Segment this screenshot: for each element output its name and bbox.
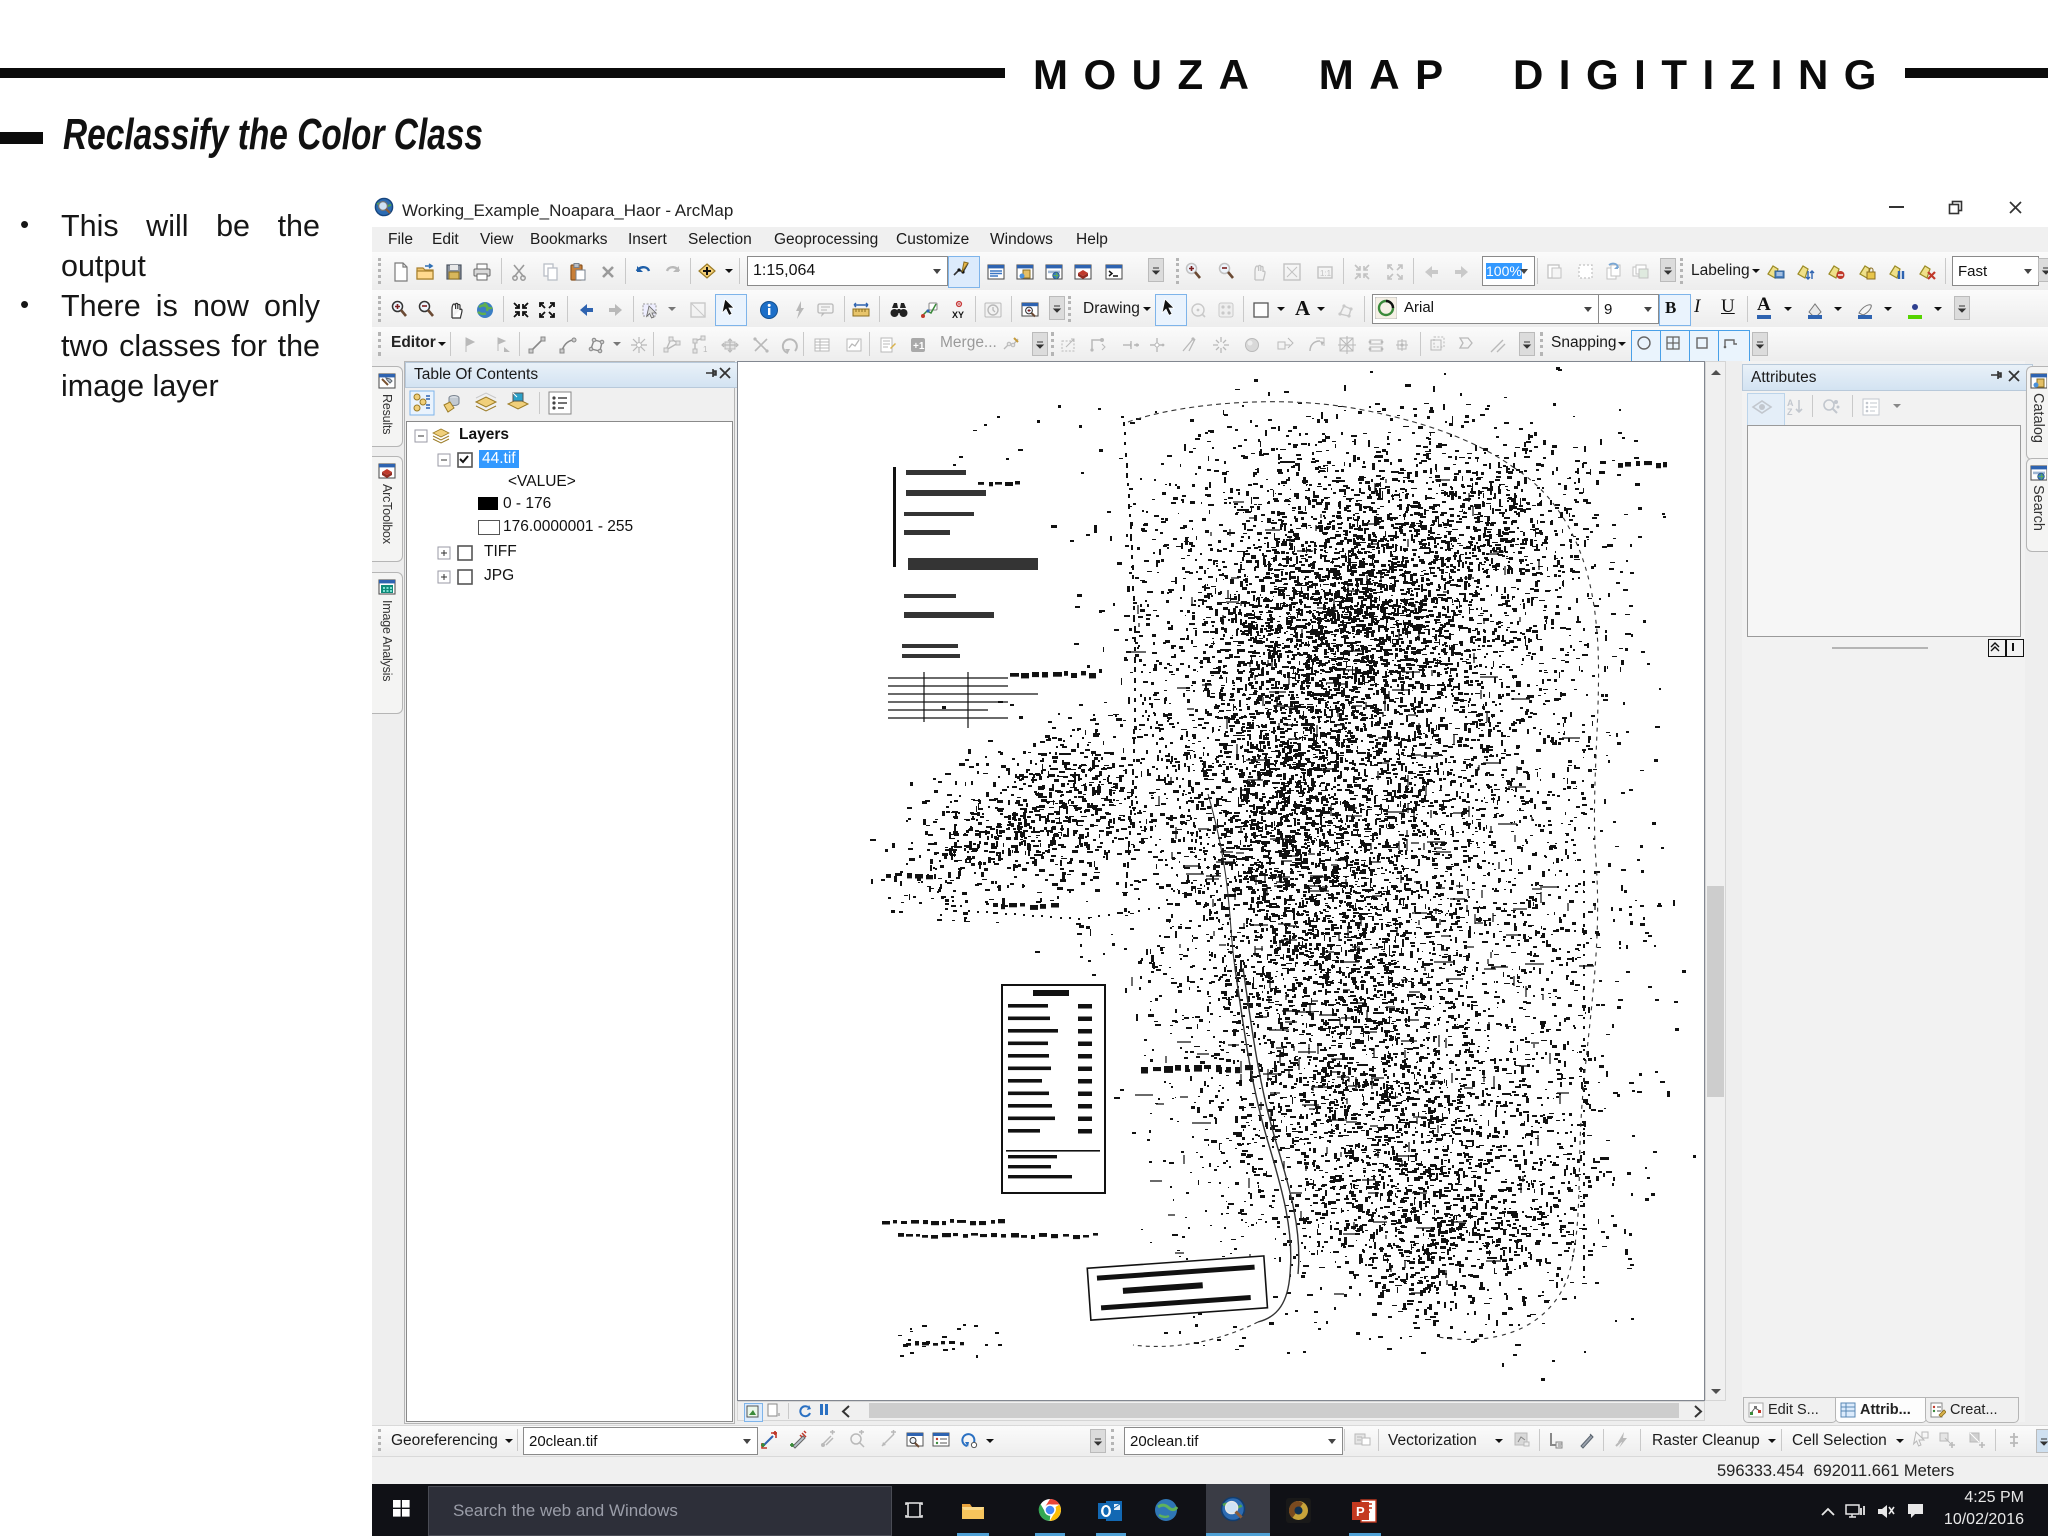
svg-text:Z: Z (1787, 407, 1793, 417)
svg-text:1: 1 (703, 345, 708, 354)
svg-text:+1: +1 (913, 341, 925, 352)
svg-text:1:1: 1:1 (1320, 269, 1332, 278)
svg-text:B: B (1665, 298, 1676, 317)
svg-text:XY: XY (952, 310, 964, 320)
svg-text:P: P (1356, 1504, 1365, 1519)
